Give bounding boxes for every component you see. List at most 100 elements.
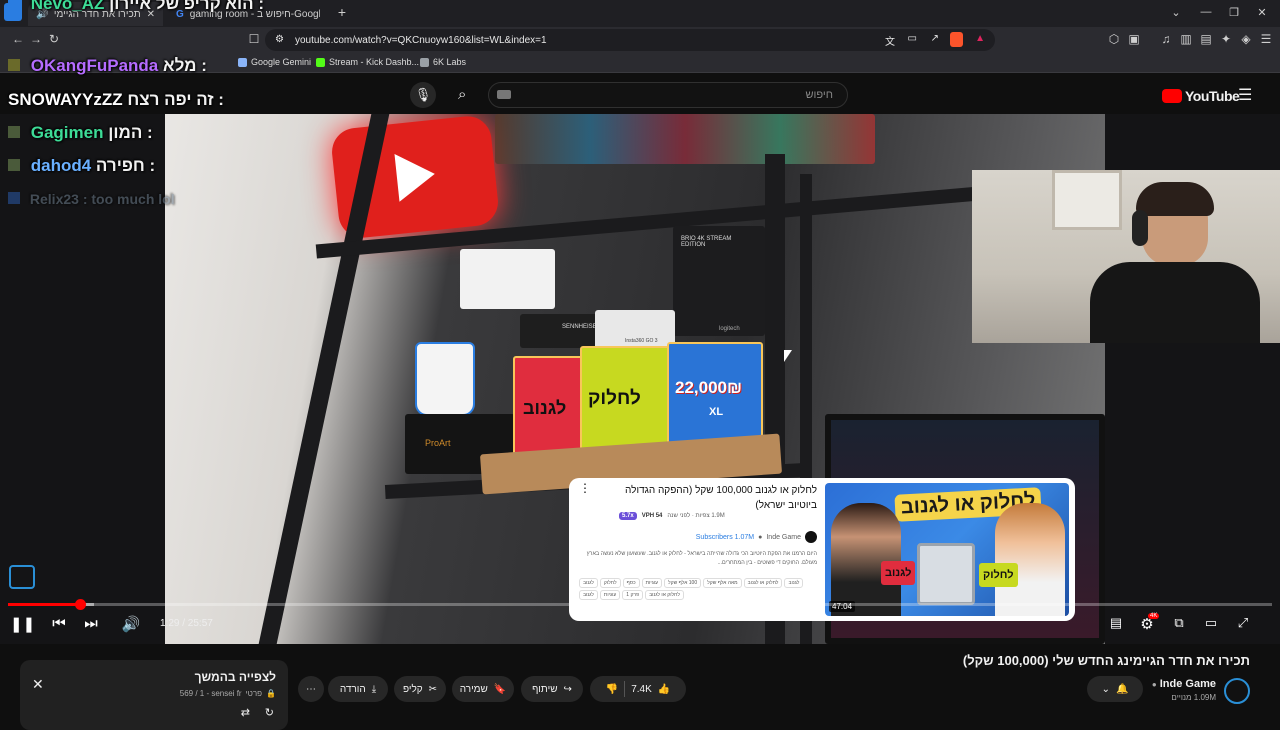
streamer-hair [1136, 182, 1214, 216]
fullscreen-button[interactable]: ⤢ [1232, 615, 1254, 631]
shuffle-icon[interactable]: ⇄ [241, 706, 250, 719]
close-window-button[interactable]: ✕ [1252, 6, 1272, 19]
save-icon: 🔖 [493, 683, 507, 695]
menu-icon[interactable]: ☰ [1258, 32, 1274, 46]
new-tab-button[interactable]: + [332, 4, 352, 20]
chat-line: OKangFuPanda מלא : [8, 56, 207, 76]
save-label: שמירה [459, 683, 488, 695]
tab-search-icon[interactable]: ⌄ [1166, 6, 1186, 19]
like-count[interactable]: 7.4K [631, 684, 652, 695]
more-actions-button[interactable]: ⋯ [298, 676, 324, 702]
next-button[interactable]: ⏭ [80, 615, 102, 632]
chat-message: זה יפה רצח : [127, 90, 224, 109]
translate-icon[interactable]: 文 [885, 33, 895, 48]
bookmark-item[interactable]: Google Gemini [238, 57, 311, 67]
playlist-meta: 569 / 1 - sensei fr [179, 689, 242, 698]
card-tag: לחלוק או לגנוב [743, 578, 783, 588]
site-info-icon[interactable]: ⚙ [275, 34, 284, 45]
bookmark-label: Stream - Kick Dashb... [329, 57, 420, 67]
save-button[interactable]: שמירה 🔖 [452, 676, 514, 702]
vpn-icon[interactable]: ◈ [1238, 32, 1254, 46]
youtube-logo[interactable]: YouTube [1162, 88, 1240, 104]
keyboard-icon[interactable] [497, 90, 511, 99]
card-more-icon[interactable]: ⋮ [579, 481, 591, 495]
chat-message: מלא : [162, 56, 207, 75]
reload-button[interactable]: ↻ [46, 32, 62, 46]
cast-button[interactable]: ▭ [1200, 615, 1222, 631]
chat-username: Relix23 [29, 191, 79, 207]
download-button[interactable]: הורדה ⤓ [328, 676, 388, 702]
brio-label: BRIO 4K STREAM EDITION [681, 236, 732, 248]
search-placeholder: חיפוש [805, 89, 833, 101]
chat-message: : too much lol [82, 191, 175, 207]
maximize-button[interactable]: ❐ [1224, 6, 1244, 19]
chat-badge-icon [8, 0, 22, 9]
thumb-safe-icon [917, 543, 975, 605]
dislike-button[interactable]: 👎 [606, 684, 618, 695]
back-button[interactable]: ← [10, 32, 26, 46]
pause-button[interactable]: ❚❚ [10, 615, 35, 633]
like-dislike-group: 👎 7.4K 👍 [590, 676, 686, 702]
chat-username: SNOWAYYzZZ [8, 90, 123, 109]
captions-button[interactable]: ▤ [1105, 615, 1127, 631]
guide-menu-icon[interactable]: ☰ [1238, 85, 1252, 105]
previous-button[interactable]: ⏮ [48, 615, 70, 632]
channel-name-row[interactable]: ● Inde Game [1152, 678, 1216, 690]
thumb-person-left [831, 503, 901, 616]
playlist-privacy: פרטי [245, 689, 263, 698]
thumb-red-label: לגנוב [881, 561, 916, 585]
address-bar[interactable]: ⚙ youtube.com/watch?v=QKCnuoyw160&list=W… [265, 29, 995, 51]
brave-rewards-icon[interactable]: ▲ [975, 33, 985, 44]
music-icon[interactable]: ♫ [1158, 32, 1174, 46]
card-tags: לגנוב לחלוק או לגנוב מאה אלף שקל 100 אלף שק… [579, 578, 819, 600]
thumb-green-label: לחלוק [979, 563, 1018, 587]
clip-button[interactable]: קליפ ✂ [394, 676, 446, 702]
volume-button[interactable]: 🔊 [120, 615, 142, 633]
voice-search-button[interactable]: 🎙 [410, 82, 436, 108]
extensions-icon[interactable]: ⬡ [1106, 32, 1122, 46]
leo-icon[interactable]: ✦ [1218, 32, 1234, 46]
forward-button[interactable]: → [28, 32, 44, 46]
chat-badge-icon [8, 126, 20, 138]
loop-icon[interactable]: ↻ [265, 706, 274, 719]
more-icon: ⋯ [306, 683, 316, 695]
wallet-icon[interactable]: ▤ [1198, 32, 1214, 46]
chat-username: OKangFuPanda [30, 56, 159, 75]
channel-watermark-icon[interactable] [9, 565, 35, 589]
subscribed-button[interactable]: ⌄ 🔔 [1087, 676, 1143, 702]
sidebar-icon[interactable]: ▣ [1126, 32, 1142, 46]
card-tag: 100 אלף שקל [664, 578, 702, 588]
settings-button[interactable]: ⚙ 4K [1136, 613, 1160, 633]
miniplayer-button[interactable]: ⧉ [1168, 615, 1190, 631]
minimize-button[interactable]: — [1196, 6, 1216, 18]
card-thumbnail[interactable]: לחלוק או לגנוב לגנוב לחלוק 47:04 [825, 483, 1069, 616]
channel-avatar[interactable] [1224, 678, 1250, 704]
download-label: הורדה [339, 683, 366, 695]
shelf-frame [258, 114, 390, 644]
bookmark-item[interactable]: Stream - Kick Dashb... [316, 57, 419, 67]
bookmark-icon[interactable]: ☐ [246, 32, 262, 46]
share-button[interactable]: שיתוף ↪ [521, 676, 583, 702]
webcam-overlay [972, 170, 1280, 343]
bookmark-item[interactable]: 6K Labs [420, 57, 466, 67]
reader-icon[interactable]: ▥ [1178, 32, 1194, 46]
card-channel: Inde Game [766, 533, 801, 541]
chat-line: Nevo_AZ הוא קריפ של איירון : [8, 0, 264, 14]
like-button[interactable]: 👍 [658, 684, 670, 695]
cast-icon[interactable]: ▭ [908, 33, 917, 44]
clip-label: קליפ [402, 683, 423, 695]
card-description: היום הרמנו את הפקת היוטיוב הכי גדולה שהי… [586, 551, 817, 566]
chat-message: המון : [108, 123, 153, 142]
lock-icon: 🔒 [266, 689, 276, 698]
progress-bar[interactable] [8, 599, 1272, 610]
close-playlist-button[interactable]: ✕ [32, 676, 44, 693]
brave-shield-icon[interactable] [950, 32, 963, 47]
bell-icon: 🔔 [1115, 683, 1129, 695]
playlist-title: לצפייה בהמשך [194, 670, 276, 684]
browser-nav-bar: ← → ↻ ☐ ⚙ youtube.com/watch?v=QKCnuoyw16… [0, 27, 1280, 53]
video-suggestion-card[interactable]: ⋮ לחלוק או לגנוב 100,000 שקל (ההפקה הגדו… [569, 478, 1075, 621]
progress-scrubber[interactable] [75, 599, 87, 610]
search-button[interactable]: ⌕ [458, 86, 466, 103]
share-icon[interactable]: ↗ [931, 33, 939, 44]
search-input[interactable]: חיפוש [488, 82, 848, 108]
